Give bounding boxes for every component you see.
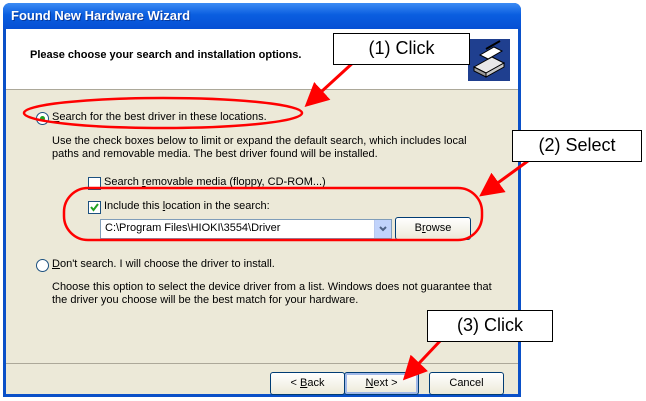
callout-step1-click: (1) Click bbox=[333, 33, 470, 65]
checkmark-icon bbox=[90, 203, 99, 212]
search-option-description-line1: Use the check boxes below to limit or ex… bbox=[52, 135, 467, 147]
dont-search-description-line2: the driver you choose will be the best m… bbox=[52, 294, 359, 306]
combo-dropdown-button[interactable] bbox=[374, 220, 391, 238]
search-option-label[interactable]: Search for the best driver in these loca… bbox=[52, 111, 267, 123]
callout-step3-click: (3) Click bbox=[427, 310, 553, 342]
header-title: Please choose your search and installati… bbox=[30, 49, 302, 61]
search-option-description-line2: paths and removable media. The best driv… bbox=[52, 148, 378, 160]
back-button[interactable]: < Back bbox=[270, 372, 345, 395]
removable-media-label[interactable]: Search removable media (floppy, CD-ROM..… bbox=[104, 176, 326, 188]
dont-search-description-line1: Choose this option to select the device … bbox=[52, 281, 492, 293]
browse-button[interactable]: Browse bbox=[395, 217, 471, 240]
callout-step2-select: (2) Select bbox=[512, 130, 642, 162]
hardware-install-icon bbox=[468, 39, 510, 81]
search-option-radio[interactable] bbox=[36, 112, 49, 125]
driver-path-combobox[interactable]: C:\Program Files\HIOKI\3554\Driver bbox=[100, 219, 392, 239]
dont-search-option-label[interactable]: Don't search. I will choose the driver t… bbox=[52, 258, 275, 270]
cancel-button[interactable]: Cancel bbox=[429, 372, 504, 395]
window-title: Found New Hardware Wizard bbox=[11, 8, 191, 23]
dont-search-option-radio[interactable] bbox=[36, 259, 49, 272]
removable-media-checkbox[interactable] bbox=[88, 177, 101, 190]
radio-selected-dot bbox=[40, 116, 45, 121]
include-location-checkbox[interactable] bbox=[88, 201, 101, 214]
footer-divider bbox=[6, 363, 518, 364]
driver-path-value: C:\Program Files\HIOKI\3554\Driver bbox=[105, 222, 281, 234]
title-bar[interactable]: Found New Hardware Wizard bbox=[3, 3, 521, 29]
include-location-label[interactable]: Include this location in the search: bbox=[104, 200, 270, 212]
chevron-down-icon bbox=[379, 226, 387, 232]
next-button[interactable]: Next > bbox=[344, 372, 419, 395]
